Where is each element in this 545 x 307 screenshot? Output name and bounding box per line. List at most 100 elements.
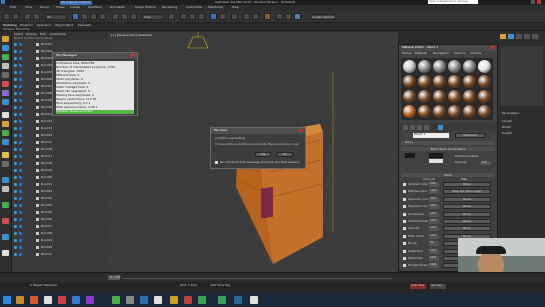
material-sample-slot[interactable] xyxy=(403,90,416,103)
material-sample-slot[interactable] xyxy=(463,60,476,73)
spacewarps-icon[interactable] xyxy=(2,90,9,96)
options-icon[interactable] xyxy=(2,250,9,256)
map-amount-spinner[interactable]: 100 xyxy=(429,189,439,195)
freeze-icon[interactable] xyxy=(19,78,22,81)
helpers-icon[interactable] xyxy=(2,81,9,87)
close-icon[interactable] xyxy=(491,46,495,49)
mat-menu-material[interactable]: Material xyxy=(415,52,427,55)
mat-menu-options[interactable]: Options xyxy=(454,52,466,55)
scene-row[interactable]: Box023 xyxy=(14,196,104,202)
lights-icon[interactable] xyxy=(2,63,9,69)
assign-material-icon[interactable] xyxy=(417,125,422,130)
scene-row[interactable]: Box013 xyxy=(14,126,104,132)
visibility-icon[interactable] xyxy=(14,218,17,221)
material-sample-slot[interactable] xyxy=(448,90,461,103)
sort-icon[interactable] xyxy=(2,186,9,192)
undo-icon[interactable] xyxy=(3,13,10,20)
visibility-icon[interactable] xyxy=(14,225,17,228)
material-sample-slot[interactable] xyxy=(478,60,491,73)
map-enable-checkbox[interactable] xyxy=(403,257,406,260)
display-icon[interactable] xyxy=(2,54,9,60)
show-in-viewport-icon[interactable] xyxy=(438,125,443,130)
map-amount-spinner[interactable]: 100 xyxy=(429,204,439,210)
shader-rollout[interactable]: Blinn xyxy=(401,141,495,145)
scene-row[interactable]: Box018 xyxy=(14,161,104,167)
map-enable-checkbox[interactable] xyxy=(403,242,406,246)
freeze-icon[interactable] xyxy=(19,106,22,109)
diffuse-swatch[interactable] xyxy=(429,153,443,158)
folder-icon[interactable] xyxy=(170,296,178,304)
browser-icon[interactable] xyxy=(44,296,52,304)
3dsmax-task-icon[interactable] xyxy=(218,296,226,304)
menu-modifiers[interactable]: Modifiers xyxy=(88,6,102,9)
move-icon[interactable] xyxy=(112,13,119,20)
freeze-icon[interactable] xyxy=(19,162,22,165)
freeze-icon[interactable] xyxy=(19,253,22,256)
menu-animation[interactable]: Animation xyxy=(110,6,125,9)
map-slot-button[interactable]: None xyxy=(443,196,491,202)
material-sample-slot[interactable] xyxy=(448,60,461,73)
freeze-icon[interactable] xyxy=(19,218,22,221)
material-sample-slot[interactable] xyxy=(448,75,461,88)
scene-row[interactable]: Box015 xyxy=(14,140,104,146)
put-to-scene-icon[interactable] xyxy=(410,125,415,130)
material-sample-slot[interactable] xyxy=(463,105,476,118)
menu-maxscript[interactable]: MAXScript xyxy=(208,6,223,9)
visibility-icon[interactable] xyxy=(14,85,17,88)
scene-row[interactable]: Box024 xyxy=(14,203,104,209)
visibility-icon[interactable] xyxy=(14,162,17,165)
scene-row[interactable]: Box027 xyxy=(14,224,104,230)
hierarchy-icon[interactable] xyxy=(2,202,9,208)
map-enable-checkbox[interactable] xyxy=(403,234,406,238)
map-amount-spinner[interactable]: 100 xyxy=(429,226,439,232)
pivot-icon[interactable] xyxy=(168,13,175,20)
visibility-icon[interactable] xyxy=(14,78,17,81)
scene-row[interactable]: Box001 xyxy=(14,42,104,48)
select-object-icon[interactable] xyxy=(72,13,79,20)
modify-tab-icon[interactable] xyxy=(508,34,514,39)
select-by-name-icon[interactable] xyxy=(81,13,88,20)
material-sample-slot[interactable] xyxy=(433,105,446,118)
freeze-icon[interactable] xyxy=(19,155,22,158)
visibility-icon[interactable] xyxy=(14,106,17,109)
scene-row[interactable]: Box025 xyxy=(14,210,104,216)
paint-icon[interactable] xyxy=(154,296,162,304)
map-slot-button[interactable]: None xyxy=(443,204,491,210)
menu-edit[interactable]: Edit xyxy=(10,6,16,9)
notepad-icon[interactable] xyxy=(250,296,258,304)
scene-tab-edit[interactable]: Edit xyxy=(40,33,46,36)
filter-icon[interactable] xyxy=(2,45,9,51)
opacity-spinner[interactable]: 100 xyxy=(481,161,491,165)
freeze-icon[interactable] xyxy=(19,64,22,67)
file-messages-list[interactable]: Unfinished tiles: 8000789 Number of inter… xyxy=(56,61,134,114)
search-input[interactable]: Type a keyword or phrase xyxy=(428,0,478,4)
map-enable-checkbox[interactable] xyxy=(403,264,406,268)
map-slot-button[interactable]: None xyxy=(443,219,491,224)
freeze-icon[interactable] xyxy=(19,43,22,46)
freeze-icon[interactable] xyxy=(19,197,22,200)
material-editor-icon[interactable] xyxy=(264,13,271,20)
visibility-icon[interactable] xyxy=(14,155,17,158)
visibility-icon[interactable] xyxy=(14,148,17,151)
angle-snap-icon[interactable] xyxy=(189,13,196,20)
basic-params-rollout[interactable]: Blinn Basic Parameters xyxy=(401,147,495,151)
schematic-icon[interactable] xyxy=(252,13,259,20)
render-setup-icon[interactable] xyxy=(276,13,283,20)
timeline-track[interactable] xyxy=(122,278,392,279)
get-material-icon[interactable] xyxy=(403,125,408,130)
map-enable-checkbox[interactable] xyxy=(403,212,406,216)
chrome-icon[interactable] xyxy=(112,296,120,304)
media-icon[interactable] xyxy=(30,296,38,304)
scene-row[interactable]: Box031 xyxy=(14,252,104,258)
visibility-icon[interactable] xyxy=(14,120,17,123)
map-amount-spinner[interactable]: 100 xyxy=(429,263,439,269)
freeze-icon[interactable] xyxy=(19,246,22,249)
close-icon[interactable] xyxy=(537,0,541,4)
scene-row[interactable]: Box019 xyxy=(14,168,104,174)
scene-row[interactable]: Box017 xyxy=(14,154,104,160)
percent-snap-icon[interactable] xyxy=(198,13,205,20)
scene-row[interactable]: Box026 xyxy=(14,217,104,223)
mat-menu-modes[interactable]: Modes xyxy=(402,52,412,55)
scene-row[interactable]: Box020 xyxy=(14,175,104,181)
menu-group[interactable]: Group xyxy=(40,6,49,9)
